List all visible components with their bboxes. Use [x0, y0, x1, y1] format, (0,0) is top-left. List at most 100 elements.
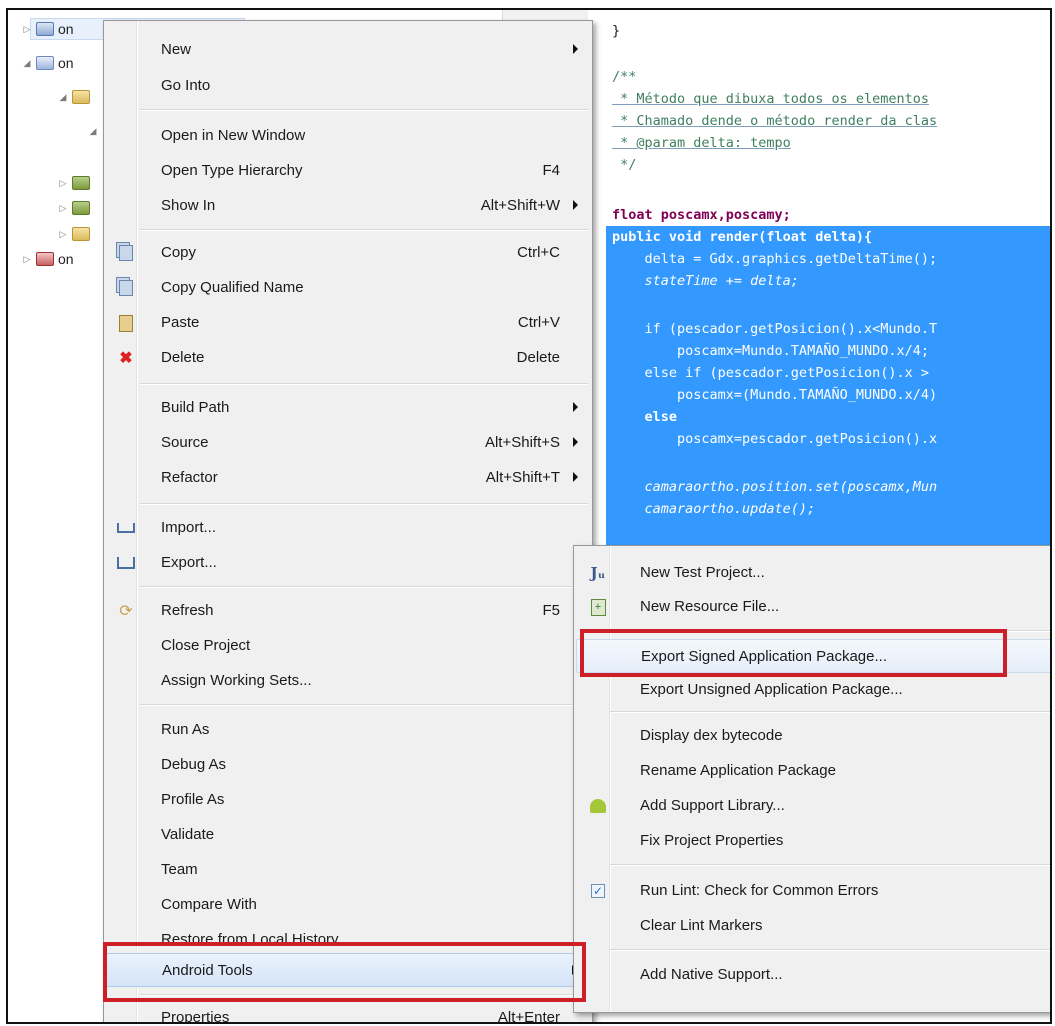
expand-arrow-icon[interactable]: ▷	[58, 203, 68, 214]
menu-item-label: Copy Qualified Name	[161, 279, 304, 296]
expand-arrow-icon[interactable]: ▷	[58, 229, 68, 240]
copy-icon	[116, 243, 136, 263]
menu-item-new[interactable]: New	[106, 33, 590, 67]
tree-row-folder[interactable]: ▷	[58, 223, 94, 245]
menu-item-copy-qualified-name[interactable]: Copy Qualified Name	[106, 271, 590, 305]
menu-item-label: Profile As	[161, 791, 225, 808]
menu-item-close-project[interactable]: Close Project	[106, 629, 590, 663]
tree-row-label: on	[58, 251, 74, 267]
project-context-menu: New Go Into Open in New Window Open Type…	[103, 20, 593, 1024]
collapse-arrow-icon[interactable]: ◢	[22, 58, 32, 69]
library-icon	[72, 176, 90, 190]
submenu-arrow-icon	[573, 44, 578, 54]
code-line: * @param delta: tempo	[612, 135, 791, 151]
menu-item-label: Rename Application Package	[640, 762, 836, 779]
tree-row-package[interactable]: ◢	[88, 120, 102, 142]
menu-item-label: Properties	[161, 1009, 230, 1024]
highlight-android-tools-callout	[103, 942, 586, 1002]
menu-item-label: Go Into	[161, 77, 211, 94]
expand-arrow-icon[interactable]: ▷	[22, 254, 32, 265]
menu-item-label: Clear Lint Markers	[640, 917, 763, 934]
tree-row-project-2[interactable]: ◢ on	[22, 52, 74, 74]
expand-arrow-icon[interactable]: ▷	[22, 24, 32, 35]
menu-item-label: Export...	[161, 554, 217, 571]
menu-item-add-native-support[interactable]: Add Native Support...	[576, 958, 1050, 992]
menu-item-export-unsigned-application-package[interactable]: Export Unsigned Application Package...	[576, 673, 1050, 707]
tree-row-label: on	[58, 21, 74, 37]
menu-item-label: Show In	[161, 197, 216, 214]
submenu-arrow-icon	[573, 437, 578, 447]
tree-row-library-1[interactable]: ▷	[58, 172, 94, 194]
code-line: float poscamx,poscamy;	[612, 207, 791, 223]
menu-item-compare-with[interactable]: Compare With	[106, 888, 590, 922]
menu-item-label: Open in New Window	[161, 127, 306, 144]
tree-row-project-3[interactable]: ▷ on	[22, 248, 74, 270]
source-folder-icon	[72, 90, 90, 104]
menu-item-label: New	[161, 41, 192, 58]
menu-item-build-path[interactable]: Build Path	[106, 391, 590, 425]
code-line: public void render(float delta){	[612, 229, 873, 245]
tree-row-project-1[interactable]: ▷ on	[22, 18, 74, 40]
collapse-arrow-icon[interactable]: ◢	[58, 92, 68, 103]
delete-icon: ✖	[119, 350, 133, 367]
menu-item-shortcut: Delete	[516, 349, 560, 366]
menu-item-fix-project-properties[interactable]: Fix Project Properties	[576, 824, 1050, 858]
menu-item-clear-lint-markers[interactable]: Clear Lint Markers	[576, 909, 1050, 943]
android-tools-submenu: Jᵤ New Test Project... + New Resource Fi…	[573, 545, 1050, 1013]
menu-item-export[interactable]: Export...	[106, 546, 590, 580]
project-icon	[36, 22, 54, 36]
menu-separator	[140, 109, 588, 111]
expand-arrow-icon[interactable]: ▷	[58, 178, 68, 189]
paste-icon	[116, 313, 136, 333]
menu-item-label: Add Support Library...	[640, 797, 785, 814]
library-icon	[72, 201, 90, 215]
menu-item-open-type-hierarchy[interactable]: Open Type Hierarchy F4	[106, 154, 590, 188]
menu-item-import[interactable]: Import...	[106, 511, 590, 545]
tree-row-label: on	[58, 55, 74, 71]
menu-item-source[interactable]: Source Alt+Shift+S	[106, 426, 590, 460]
menu-item-label: Import...	[161, 519, 217, 536]
menu-item-paste[interactable]: Paste Ctrl+V	[106, 306, 590, 340]
menu-item-rename-application-package[interactable]: Rename Application Package	[576, 754, 1050, 788]
tree-row-library-2[interactable]: ▷	[58, 197, 94, 219]
menu-item-debug-as[interactable]: Debug As	[106, 748, 590, 782]
menu-item-display-dex-bytecode[interactable]: Display dex bytecode	[576, 719, 1050, 753]
menu-item-shortcut: Ctrl+C	[517, 244, 560, 261]
tree-row-src-folder[interactable]: ◢	[58, 86, 94, 108]
menu-item-run-as[interactable]: Run As	[106, 713, 590, 747]
menu-item-label: Paste	[161, 314, 200, 331]
menu-item-team[interactable]: Team	[106, 853, 590, 887]
menu-item-validate[interactable]: Validate	[106, 818, 590, 852]
menu-item-label: Refactor	[161, 469, 218, 486]
menu-item-label: Add Native Support...	[640, 966, 783, 983]
menu-item-shortcut: Alt+Shift+T	[485, 469, 560, 486]
menu-item-label: Run As	[161, 721, 210, 738]
code-line: else if (pescador.getPosicion().x >	[612, 365, 929, 381]
copy-qualified-name-icon	[116, 278, 136, 298]
menu-item-refactor[interactable]: Refactor Alt+Shift+T	[106, 461, 590, 495]
menu-item-assign-working-sets[interactable]: Assign Working Sets...	[106, 664, 590, 698]
menu-item-label: Team	[161, 861, 198, 878]
menu-item-open-in-new-window[interactable]: Open in New Window	[106, 119, 590, 153]
menu-item-shortcut: Alt+Shift+W	[480, 197, 560, 214]
menu-item-label: Assign Working Sets...	[161, 672, 312, 689]
menu-item-go-into[interactable]: Go Into	[106, 69, 590, 103]
menu-item-run-lint[interactable]: ✓ Run Lint: Check for Common Errors	[576, 874, 1050, 908]
menu-item-delete[interactable]: ✖ Delete Delete	[106, 341, 590, 375]
submenu-arrow-icon	[573, 200, 578, 210]
menu-item-show-in[interactable]: Show In Alt+Shift+W	[106, 189, 590, 223]
menu-separator	[140, 503, 588, 505]
collapse-arrow-icon[interactable]: ◢	[88, 126, 98, 137]
menu-item-properties[interactable]: Properties Alt+Enter	[106, 1001, 590, 1024]
menu-item-shortcut: F4	[542, 162, 560, 179]
code-line: poscamx=pescador.getPosicion().x	[612, 431, 938, 447]
menu-item-new-resource-file[interactable]: + New Resource File...	[576, 590, 1050, 624]
menu-item-refresh[interactable]: ⟳ Refresh F5	[106, 594, 590, 628]
menu-item-label: Delete	[161, 349, 205, 366]
menu-item-profile-as[interactable]: Profile As	[106, 783, 590, 817]
menu-item-copy[interactable]: Copy Ctrl+C	[106, 236, 590, 270]
menu-item-label: Debug As	[161, 756, 227, 773]
menu-item-new-test-project[interactable]: Jᵤ New Test Project...	[576, 556, 1050, 590]
menu-item-label: Fix Project Properties	[640, 832, 784, 849]
menu-item-add-support-library[interactable]: Add Support Library...	[576, 789, 1050, 823]
